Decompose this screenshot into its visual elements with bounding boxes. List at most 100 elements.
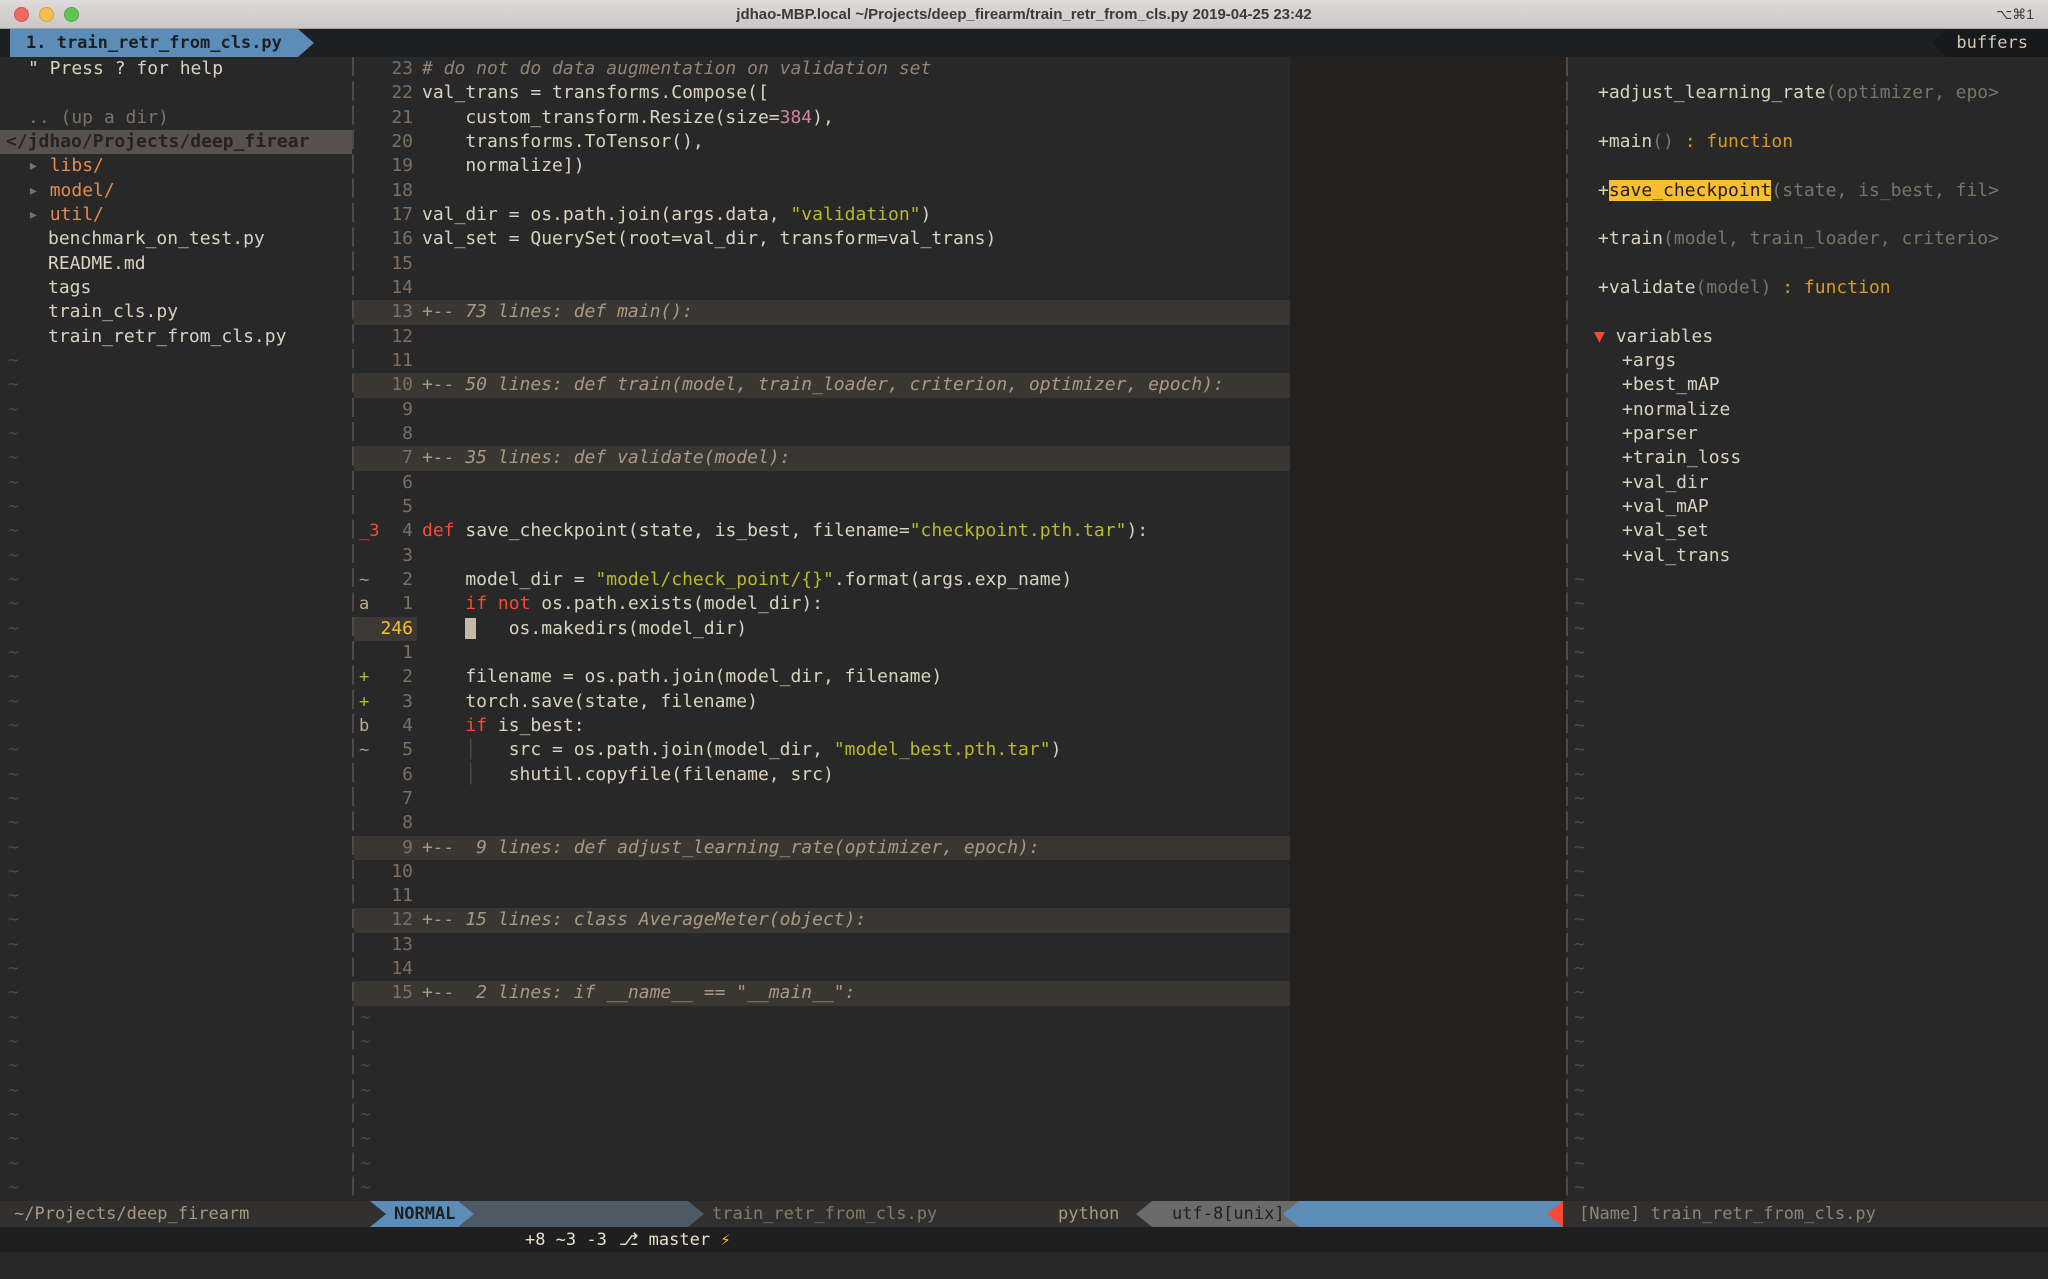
tag-entry[interactable]: +val_dir	[1568, 471, 2048, 495]
tree-item[interactable]: ~	[0, 1006, 352, 1030]
tree-item[interactable]: ~	[0, 836, 352, 860]
tree-item[interactable]: ~	[0, 908, 352, 932]
tag-entry[interactable]: +adjust_learning_rate(optimizer, epo>	[1568, 81, 2048, 105]
code-line[interactable]: 23# do not do data augmentation on valid…	[354, 57, 1566, 81]
tree-item[interactable]: ~	[0, 617, 352, 641]
code-line[interactable]: 6	[354, 471, 1566, 495]
tree-item[interactable]: ~	[0, 763, 352, 787]
code-line[interactable]: +3 torch.save(state, filename)	[354, 690, 1566, 714]
tree-item[interactable]: ~	[0, 398, 352, 422]
tree-item[interactable]: ▸ model/	[0, 179, 352, 203]
code-line[interactable]: 8	[354, 422, 1566, 446]
tree-item[interactable]: ~	[0, 568, 352, 592]
code-line[interactable]: ~5 │ src = os.path.join(model_dir, "mode…	[354, 738, 1566, 762]
code-line[interactable]: 20 transforms.ToTensor(),	[354, 130, 1566, 154]
tree-item[interactable]: ~	[0, 1152, 352, 1176]
tree-item[interactable]: train_retr_from_cls.py	[0, 325, 352, 349]
tree-item[interactable]: ~	[0, 957, 352, 981]
tree-item[interactable]	[0, 81, 352, 105]
tree-item[interactable]: ▸ libs/	[0, 154, 352, 178]
tag-entry[interactable]: +train(model, train_loader, criterio>	[1568, 227, 2048, 251]
tree-item[interactable]: .. (up a dir)	[0, 106, 352, 130]
code-line[interactable]: ~2 model_dir = "model/check_point/{}".fo…	[354, 568, 1566, 592]
tree-item[interactable]: ~	[0, 349, 352, 373]
fold-line[interactable]: 12+-- 15 lines: class AverageMeter(objec…	[354, 908, 1566, 932]
code-line[interactable]: 9	[354, 398, 1566, 422]
tree-item[interactable]: ~	[0, 446, 352, 470]
code-line[interactable]: 14	[354, 957, 1566, 981]
tag-entry[interactable]: +args	[1568, 349, 2048, 373]
tag-entry[interactable]: +validate(model) : function	[1568, 276, 2048, 300]
tree-item[interactable]: ~	[0, 1176, 352, 1200]
code-line[interactable]: _34def save_checkpoint(state, is_best, f…	[354, 519, 1566, 543]
tag-kind-header[interactable]: ▼ variables	[1568, 325, 2048, 349]
code-line[interactable]: 17val_dir = os.path.join(args.data, "val…	[354, 203, 1566, 227]
code-editor[interactable]: 23# do not do data augmentation on valid…	[354, 57, 1566, 1201]
tree-item[interactable]: ~	[0, 738, 352, 762]
tree-item[interactable]: ~	[0, 1054, 352, 1078]
code-line[interactable]: 14	[354, 276, 1566, 300]
fold-line[interactable]: 15+-- 2 lines: if __name__ == "__main__"…	[354, 981, 1566, 1005]
tag-entry[interactable]: +normalize	[1568, 398, 2048, 422]
tree-item[interactable]: ~	[0, 933, 352, 957]
code-line[interactable]: 12	[354, 325, 1566, 349]
tag-entry[interactable]: +main() : function	[1568, 130, 2048, 154]
tree-item[interactable]: ~	[0, 787, 352, 811]
tree-item[interactable]: ~	[0, 690, 352, 714]
tree-item[interactable]: ~	[0, 1127, 352, 1151]
code-line[interactable]: 11	[354, 884, 1566, 908]
code-line[interactable]: 1	[354, 641, 1566, 665]
tree-item[interactable]: README.md	[0, 252, 352, 276]
tree-item[interactable]: tags	[0, 276, 352, 300]
tab-train-retr-from-cls[interactable]: 1. train_retr_from_cls.py	[10, 29, 298, 57]
code-line[interactable]: 16val_set = QuerySet(root=val_dir, trans…	[354, 227, 1566, 251]
tree-item[interactable]: ~	[0, 665, 352, 689]
tag-entry[interactable]: +val_set	[1568, 519, 2048, 543]
code-line[interactable]: 7	[354, 787, 1566, 811]
tree-item[interactable]: ~	[0, 422, 352, 446]
tag-entry[interactable]: +parser	[1568, 422, 2048, 446]
tree-item[interactable]: ▸ util/	[0, 203, 352, 227]
code-line[interactable]: 8	[354, 811, 1566, 835]
tree-item[interactable]: ~	[0, 495, 352, 519]
tag-entry[interactable]: +val_mAP	[1568, 495, 2048, 519]
tree-item[interactable]: ~	[0, 1079, 352, 1103]
tree-item[interactable]: ~	[0, 811, 352, 835]
tree-root[interactable]: </jdhao/Projects/deep_firear	[0, 130, 352, 154]
tag-entry[interactable]: +train_loss	[1568, 446, 2048, 470]
code-line[interactable]: 246 os.makedirs(model_dir)	[354, 617, 1566, 641]
tag-entry[interactable]: +val_trans	[1568, 544, 2048, 568]
tree-item[interactable]: ~	[0, 714, 352, 738]
code-line[interactable]: b4 if is_best:	[354, 714, 1566, 738]
code-line[interactable]: 15	[354, 252, 1566, 276]
tree-item[interactable]: ~	[0, 1030, 352, 1054]
code-line[interactable]: 22val_trans = transforms.Compose([	[354, 81, 1566, 105]
code-line[interactable]: 3	[354, 544, 1566, 568]
tree-item[interactable]: ~	[0, 981, 352, 1005]
tree-item[interactable]: ~	[0, 884, 352, 908]
fold-line[interactable]: 13+-- 73 lines: def main():	[354, 300, 1566, 324]
code-line[interactable]: 5	[354, 495, 1566, 519]
code-line[interactable]: +2 filename = os.path.join(model_dir, fi…	[354, 665, 1566, 689]
command-line[interactable]	[0, 1227, 2048, 1252]
tree-item[interactable]: ~	[0, 592, 352, 616]
tree-item[interactable]: ~	[0, 1103, 352, 1127]
code-line[interactable]: 6 │ shutil.copyfile(filename, src)	[354, 763, 1566, 787]
buffers-label[interactable]: buffers	[1946, 29, 2048, 57]
code-line[interactable]: 19 normalize])	[354, 154, 1566, 178]
code-line[interactable]: 11	[354, 349, 1566, 373]
fold-line[interactable]: 9+-- 9 lines: def adjust_learning_rate(o…	[354, 836, 1566, 860]
code-line[interactable]: 21 custom_transform.Resize(size=384),	[354, 106, 1566, 130]
code-line[interactable]: a1 if not os.path.exists(model_dir):	[354, 592, 1566, 616]
code-line[interactable]: 10	[354, 860, 1566, 884]
tree-item[interactable]: ~	[0, 471, 352, 495]
tree-item[interactable]: benchmark_on_test.py	[0, 227, 352, 251]
code-line[interactable]: 13	[354, 933, 1566, 957]
tree-item[interactable]: ~	[0, 860, 352, 884]
tree-item[interactable]: train_cls.py	[0, 300, 352, 324]
tree-item[interactable]: " Press ? for help	[0, 57, 352, 81]
tag-entry[interactable]: +best_mAP	[1568, 373, 2048, 397]
code-line[interactable]: 18	[354, 179, 1566, 203]
tree-item[interactable]: ~	[0, 373, 352, 397]
tree-item[interactable]: ~	[0, 519, 352, 543]
